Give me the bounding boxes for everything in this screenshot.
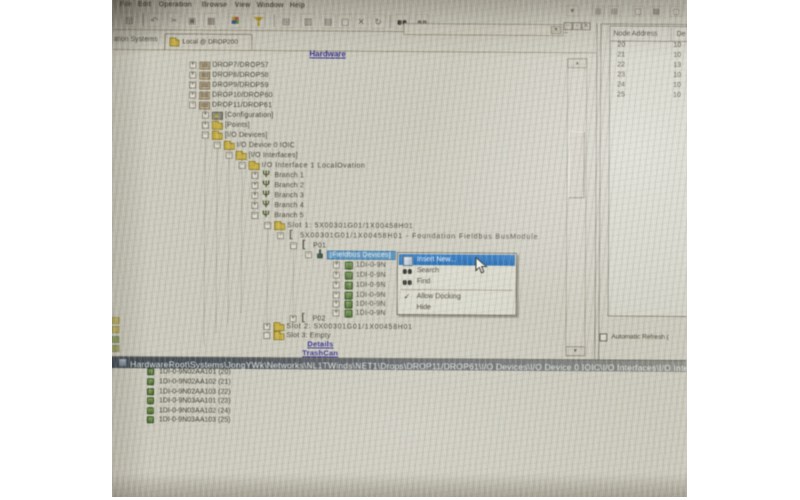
photo-moire: [112, 0, 687, 497]
screen-photo: File Edit Operation Browse View Window H…: [112, 0, 687, 497]
